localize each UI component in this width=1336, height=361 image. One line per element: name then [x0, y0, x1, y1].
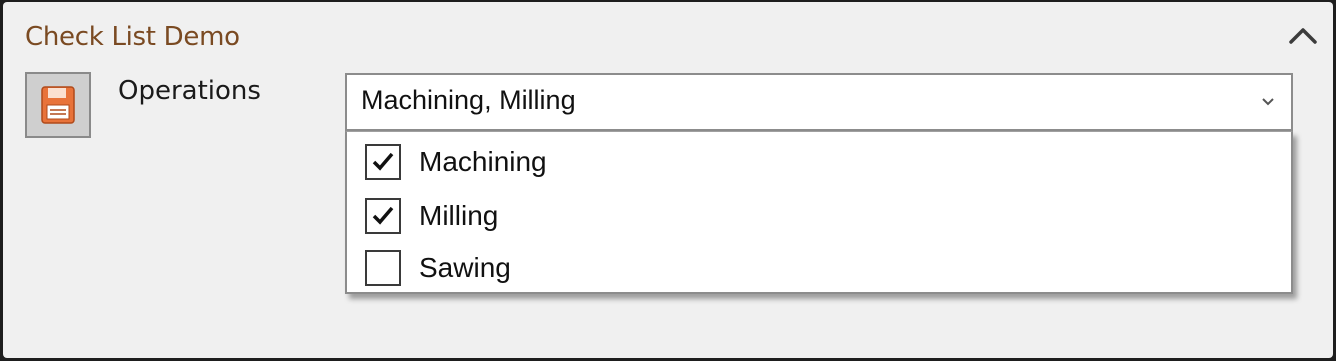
- check-list-panel: Check List Demo Operations Machining, Mi…: [3, 2, 1333, 358]
- save-button[interactable]: [25, 72, 91, 138]
- option-sawing[interactable]: Sawing: [365, 248, 1265, 290]
- collapse-button[interactable]: [1285, 18, 1321, 54]
- option-label: Milling: [419, 200, 499, 231]
- option-label: Machining: [419, 146, 547, 177]
- checkmark-icon: [372, 152, 394, 171]
- option-label: Sawing: [419, 252, 511, 283]
- chevron-down-icon[interactable]: [1259, 93, 1277, 111]
- checkbox-machining[interactable]: [365, 144, 401, 180]
- checkbox-milling[interactable]: [365, 198, 401, 234]
- chevron-up-icon: [1289, 28, 1317, 44]
- option-milling[interactable]: Milling: [365, 196, 1265, 238]
- panel-title: Check List Demo: [25, 22, 240, 52]
- floppy-disk-icon: [41, 86, 75, 124]
- operations-combobox[interactable]: Machining, Milling: [345, 73, 1293, 131]
- operations-label: Operations: [118, 76, 261, 106]
- combobox-selected-text: Machining, Milling: [361, 85, 576, 115]
- checkmark-icon: [372, 206, 394, 225]
- operations-dropdown-list: Machining Milling Sawing: [345, 131, 1293, 294]
- option-machining[interactable]: Machining: [365, 142, 1265, 184]
- checkbox-sawing[interactable]: [365, 250, 401, 286]
